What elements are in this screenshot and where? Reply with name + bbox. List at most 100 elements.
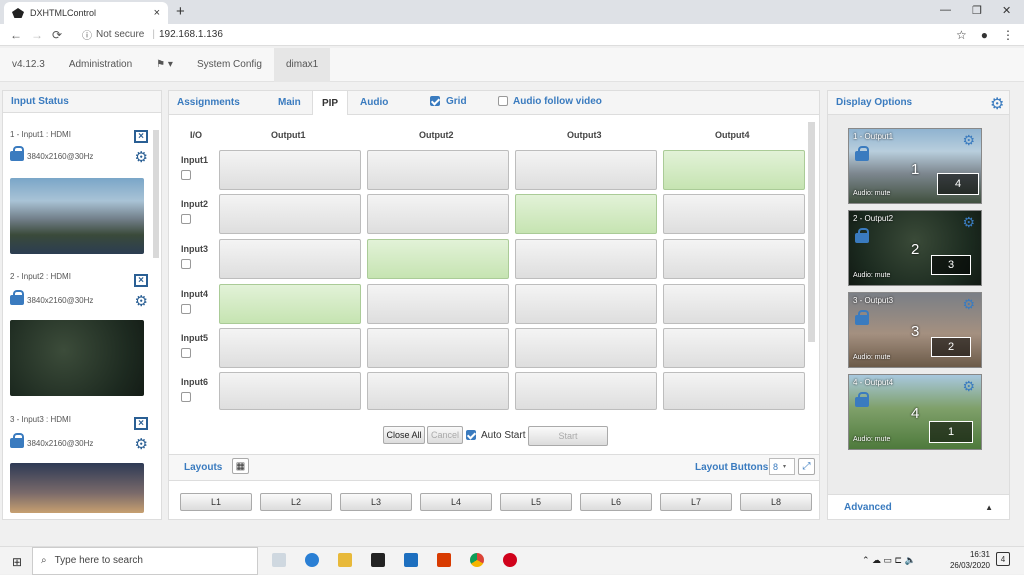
matrix-cell-in6-out2[interactable] [367,372,509,410]
menu-device[interactable]: dimax1 [273,47,331,82]
row-checkbox-input-1[interactable] [181,170,191,180]
chrome-icon[interactable] [470,553,484,567]
pip-window[interactable]: 1 [929,421,973,443]
url-field[interactable]: ⓘ Not secure | 192.168.1.136 [82,27,223,42]
layout-button-l1[interactable]: L1 [180,493,252,511]
menu-system-config[interactable]: System Config [185,48,274,82]
layout-buttons-select[interactable]: 8 ▾ [769,458,795,475]
layout-button-l4[interactable]: L4 [420,493,492,511]
close-input-icon[interactable]: × [134,130,148,143]
matrix-cell-in4-out4[interactable] [663,284,805,324]
lock-icon[interactable] [10,433,24,448]
matrix-cell-in3-out4[interactable] [663,239,805,279]
forward-arrow-icon[interactable]: → [31,28,43,42]
matrix-cell-in6-out1[interactable] [219,372,361,410]
system-tray-icons[interactable]: ⌃ ☁ ▭ ⊏ 🔈 [862,555,916,566]
browser-tab[interactable]: DXHTMLControl × [4,2,168,24]
close-input-icon[interactable]: × [134,417,148,430]
layout-button-l7[interactable]: L7 [660,493,732,511]
matrix-cell-in1-out3[interactable] [515,150,657,190]
matrix-cell-in2-out1[interactable] [219,194,361,234]
matrix-cell-in1-out1[interactable] [219,150,361,190]
lock-icon[interactable] [855,310,869,325]
grid-checkbox[interactable] [430,96,440,106]
tab-audio[interactable]: Audio [360,97,388,108]
tab-pip[interactable]: PIP [312,90,348,115]
office-icon[interactable] [437,553,451,567]
start-button[interactable]: Start [528,426,608,446]
restore-button[interactable]: ❐ [972,4,982,17]
minimize-button[interactable]: — [940,4,951,16]
back-arrow-icon[interactable]: ← [10,28,22,42]
profile-icon[interactable]: ● [981,28,988,42]
task-view-icon[interactable] [272,553,286,567]
language-dropdown[interactable]: ⚑ ▾ [144,48,185,82]
matrix-cell-in4-out3[interactable] [515,284,657,324]
info-icon[interactable]: ⓘ [82,27,92,42]
matrix-cell-in1-out4[interactable] [663,150,805,190]
calendar-icon[interactable]: ▦ [232,458,249,474]
matrix-cell-in2-out4[interactable] [663,194,805,234]
lock-icon[interactable] [855,392,869,407]
close-input-icon[interactable]: × [134,274,148,287]
advanced-bar[interactable]: Advanced ▲ [828,494,1009,519]
window-close-button[interactable]: ✕ [1002,4,1011,17]
layout-button-l6[interactable]: L6 [580,493,652,511]
close-all-button[interactable]: Close All [383,426,425,444]
new-tab-button[interactable]: + [176,3,185,20]
tab-main[interactable]: Main [278,97,301,108]
matrix-cell-in3-out2[interactable] [367,239,509,279]
taskbar-search[interactable]: ⌕ Type here to search [32,546,258,575]
record-app-icon[interactable] [503,553,517,567]
matrix-cell-in1-out2[interactable] [367,150,509,190]
matrix-cell-in5-out2[interactable] [367,328,509,368]
display-card-output-4[interactable]: 4 - Output4 ⚙ 4 1 Audio: mute [848,374,982,450]
matrix-cell-in6-out3[interactable] [515,372,657,410]
gear-icon[interactable]: ⚙ [135,294,148,309]
matrix-cell-in2-out2[interactable] [367,194,509,234]
clock[interactable]: 16:31 26/03/2020 [950,549,990,571]
gear-icon[interactable]: ⚙ [135,150,148,165]
gear-icon[interactable]: ⚙ [962,378,975,395]
matrix-cell-in4-out2[interactable] [367,284,509,324]
lock-icon[interactable] [10,146,24,161]
store-icon[interactable] [371,553,385,567]
menu-dots-icon[interactable]: ⋮ [1002,28,1014,42]
layout-button-l2[interactable]: L2 [260,493,332,511]
auto-start-checkbox[interactable] [466,430,476,440]
file-explorer-icon[interactable] [338,553,352,567]
row-checkbox-input-5[interactable] [181,348,191,358]
display-card-output-2[interactable]: 2 - Output2 ⚙ 2 3 Audio: mute [848,210,982,286]
lock-icon[interactable] [855,228,869,243]
layout-button-l8[interactable]: L8 [740,493,812,511]
lock-icon[interactable] [855,146,869,161]
gear-icon[interactable]: ⚙ [962,214,975,231]
gear-icon[interactable]: ⚙ [135,437,148,452]
input-scrollbar[interactable] [153,130,159,258]
pip-window[interactable]: 2 [931,337,971,357]
matrix-cell-in3-out1[interactable] [219,239,361,279]
notification-icon[interactable]: 4 [996,552,1010,566]
row-checkbox-input-6[interactable] [181,392,191,402]
matrix-cell-in2-out3[interactable] [515,194,657,234]
windows-start-icon[interactable]: ⊞ [12,555,22,569]
row-checkbox-input-4[interactable] [181,304,191,314]
pip-window[interactable]: 4 [937,173,979,195]
matrix-scrollbar[interactable] [808,122,815,342]
matrix-cell-in5-out3[interactable] [515,328,657,368]
matrix-cell-in5-out4[interactable] [663,328,805,368]
menu-administration[interactable]: Administration [57,48,144,82]
cancel-button[interactable]: Cancel [427,426,463,444]
display-gear-icon[interactable]: ⚙ [990,94,1004,114]
matrix-cell-in4-out1[interactable] [219,284,361,324]
layout-button-l5[interactable]: L5 [500,493,572,511]
bookmark-star-icon[interactable]: ☆ [956,28,967,42]
expand-icon[interactable]: ⤢ [798,458,815,475]
display-card-output-1[interactable]: 1 - Output1 ⚙ 1 4 Audio: mute [848,128,982,204]
reload-icon[interactable]: ⟳ [52,28,62,42]
mail-icon[interactable] [404,553,418,567]
layout-button-l3[interactable]: L3 [340,493,412,511]
edge-icon[interactable] [305,553,319,567]
matrix-cell-in3-out3[interactable] [515,239,657,279]
gear-icon[interactable]: ⚙ [962,296,975,313]
